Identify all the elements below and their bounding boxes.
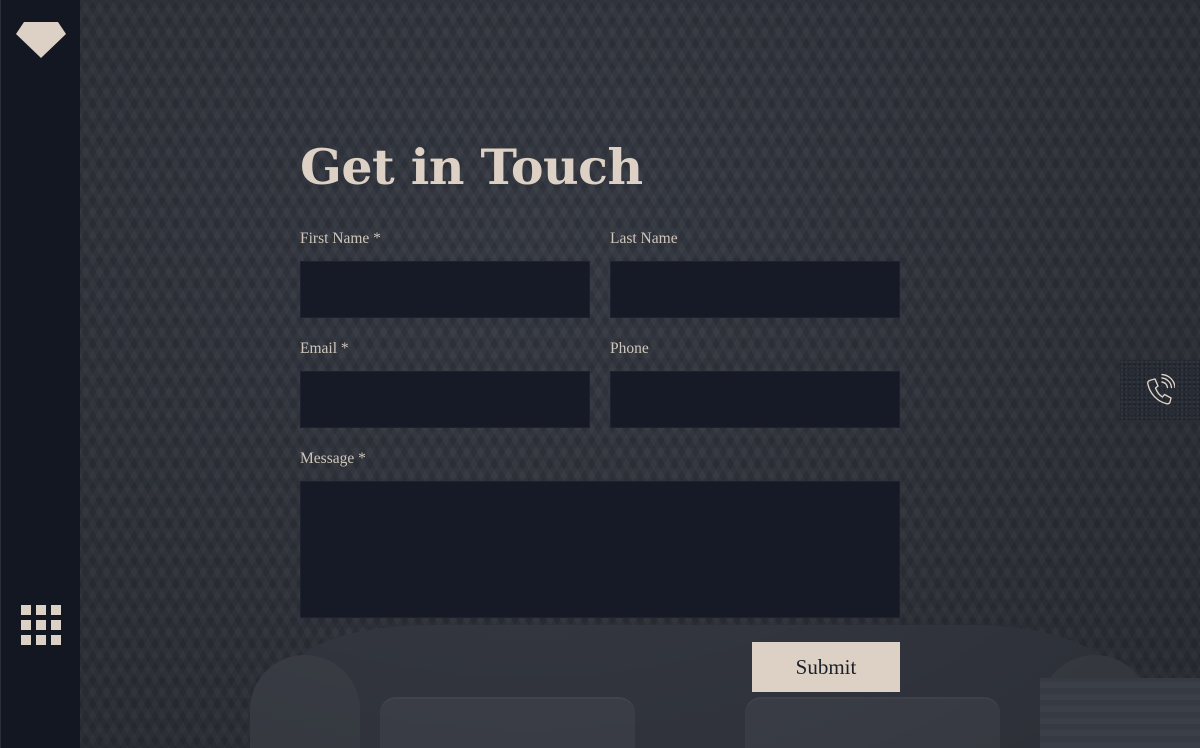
email-group: Email *: [300, 340, 590, 428]
message-label: Message *: [300, 450, 366, 467]
sidebar: [0, 0, 80, 748]
message-group: Message *: [300, 450, 900, 618]
contact-page: Get in Touch First Name * Last Name Emai…: [0, 0, 1200, 748]
diamond-icon[interactable]: [15, 20, 67, 60]
first-name-input[interactable]: [300, 261, 590, 318]
last-name-input[interactable]: [610, 261, 900, 318]
phone-call-icon: [1147, 374, 1175, 405]
phone-group: Phone: [610, 340, 900, 428]
sofa-image: [250, 625, 1150, 748]
grid-menu-icon[interactable]: [21, 605, 61, 645]
floor-image: [1040, 678, 1200, 748]
first-name-label: First Name *: [300, 230, 381, 247]
phone-input[interactable]: [610, 371, 900, 428]
phone-call-button[interactable]: [1120, 360, 1200, 420]
email-label: Email *: [300, 340, 349, 357]
last-name-label: Last Name: [610, 230, 678, 247]
first-name-group: First Name *: [300, 230, 590, 318]
last-name-group: Last Name: [610, 230, 900, 318]
email-input[interactable]: [300, 371, 590, 428]
page-title: Get in Touch: [300, 138, 643, 196]
phone-label: Phone: [610, 340, 649, 357]
submit-button[interactable]: Submit: [752, 642, 900, 692]
message-textarea[interactable]: [300, 481, 900, 618]
